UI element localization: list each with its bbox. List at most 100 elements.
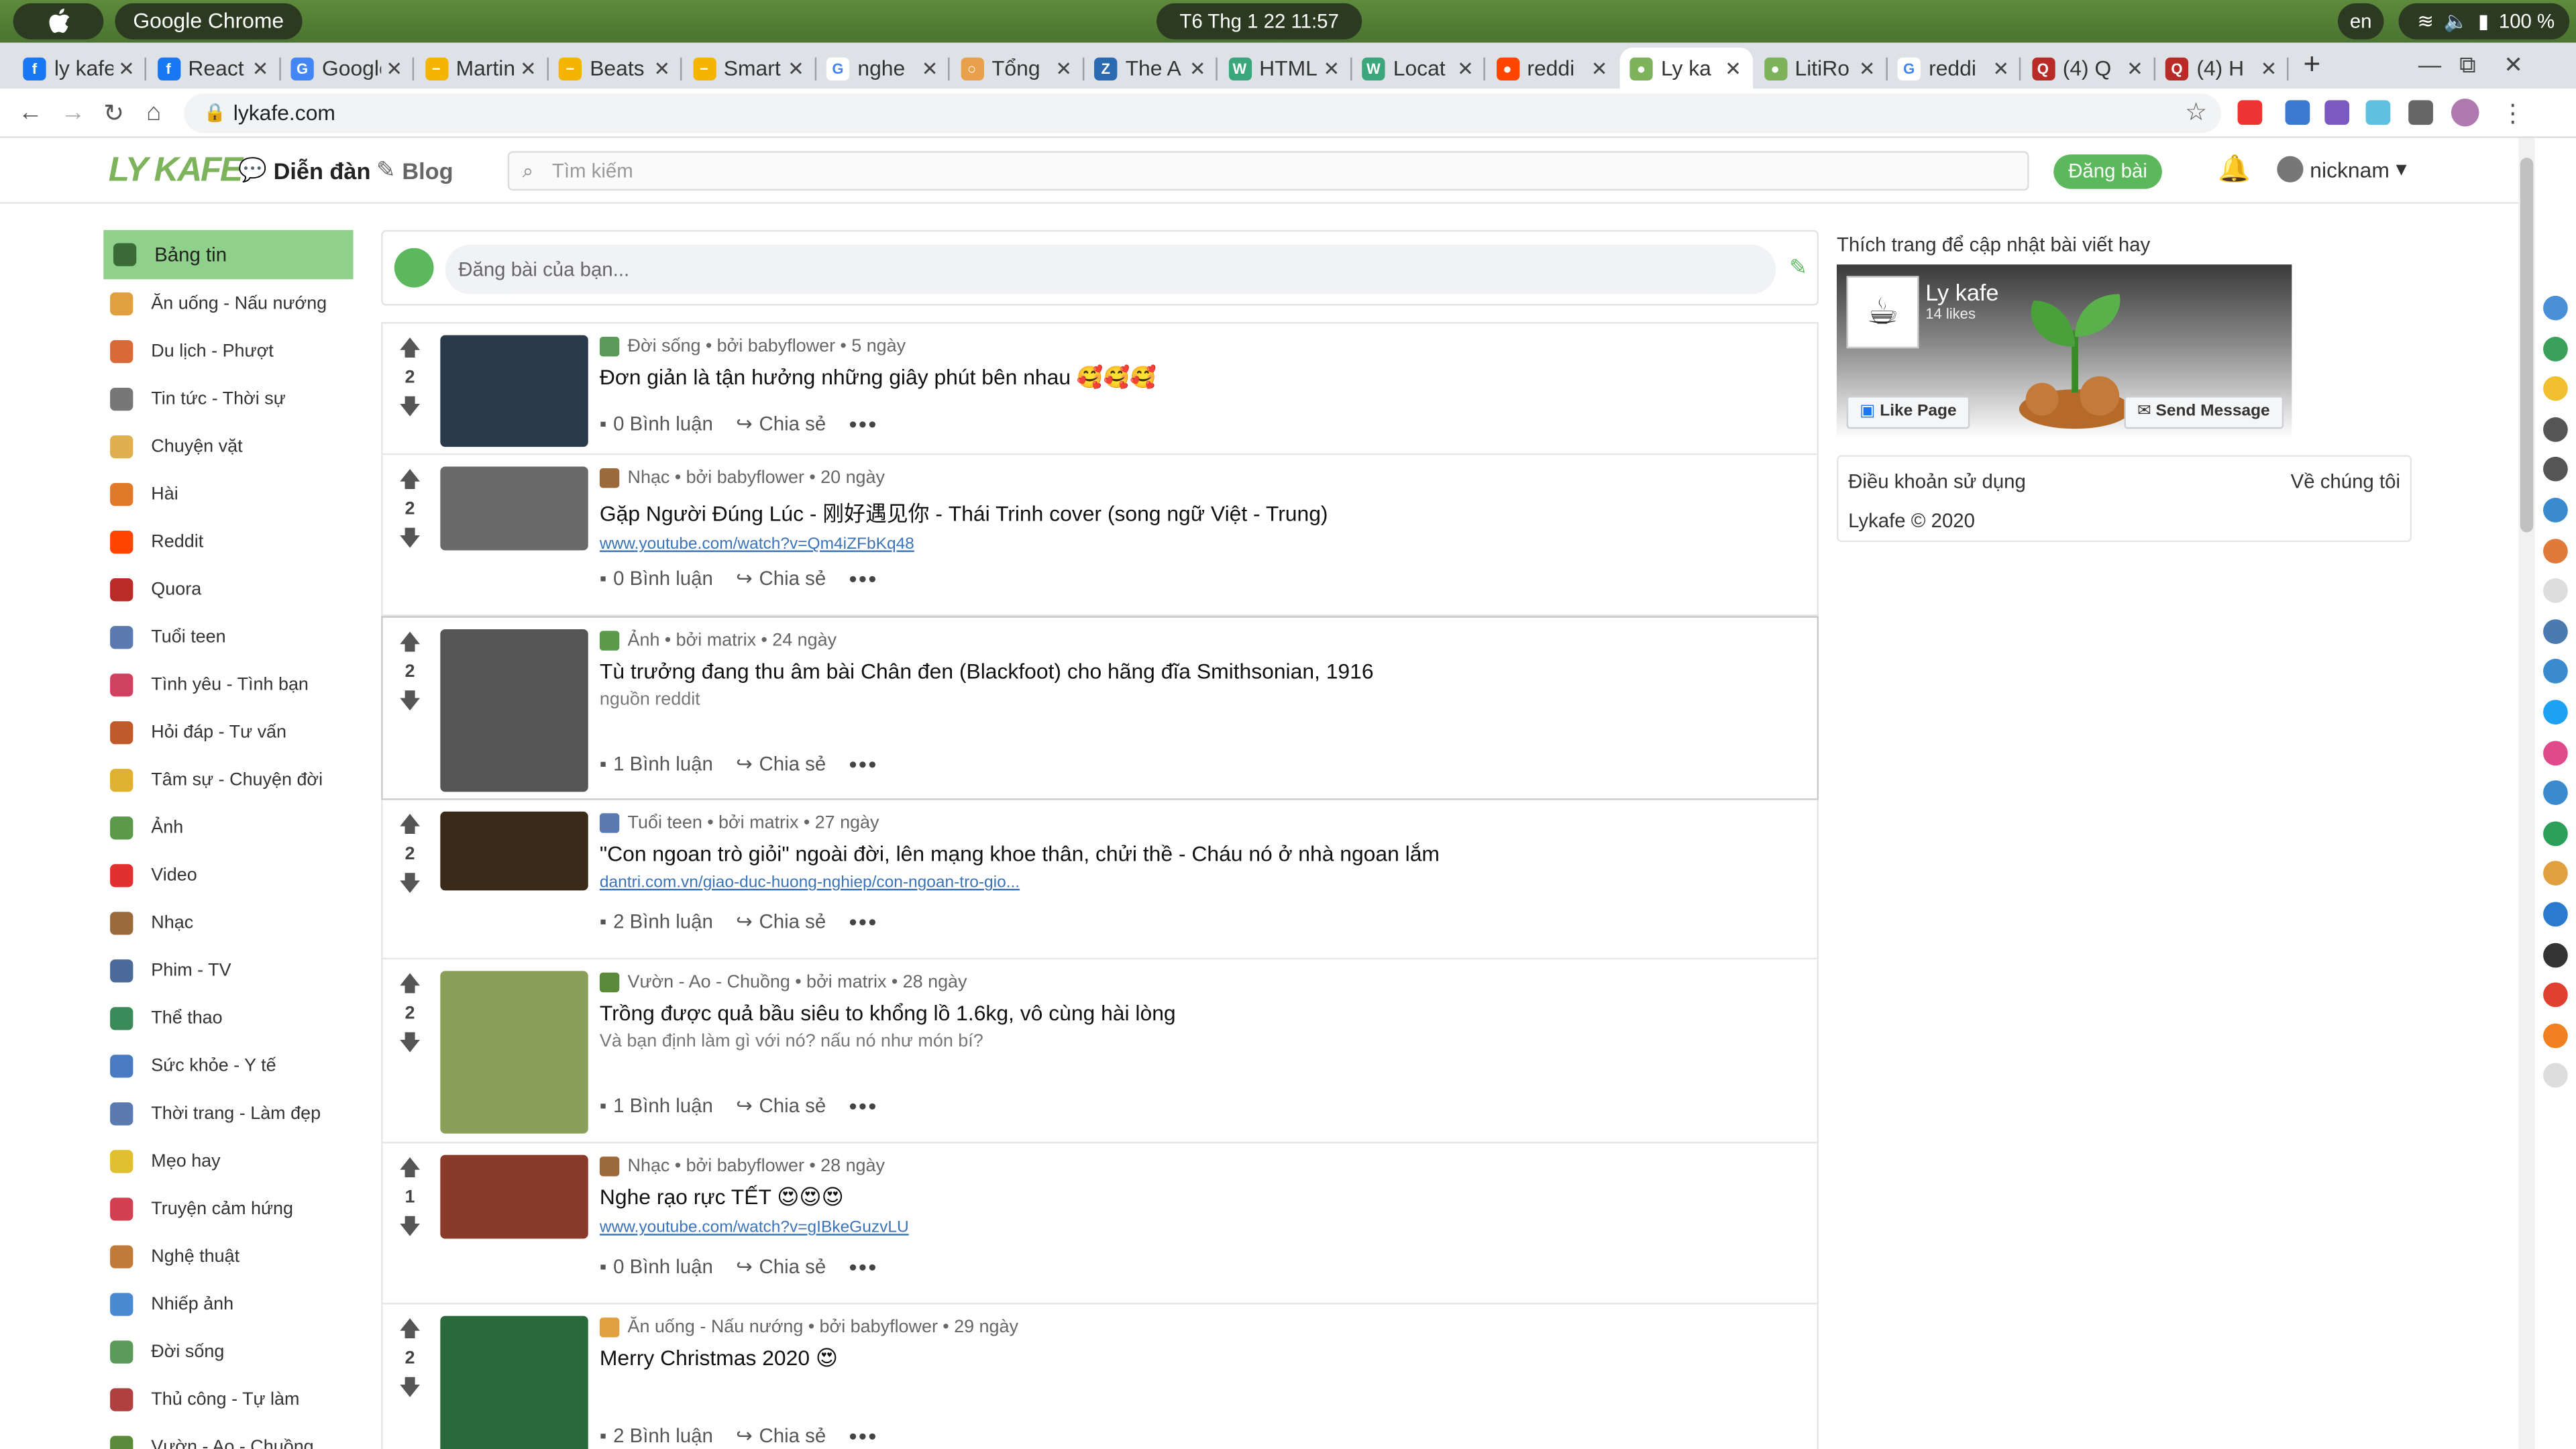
downvote-icon[interactable]: 🡇 [383, 1028, 437, 1058]
browser-tab[interactable]: ○ Tổng ✕ [951, 48, 1084, 89]
about-link[interactable]: Về chúng tôi [2291, 470, 2400, 492]
notification-bell-icon[interactable]: 🔔 [2218, 153, 2251, 186]
dock-app-icon[interactable] [2543, 578, 2568, 604]
dock-app-icon[interactable] [2543, 982, 2568, 1008]
url-field[interactable]: 🔒 lykafe.com [184, 93, 2222, 133]
browser-tab[interactable]: ● LitiRo ✕ [1754, 48, 1887, 89]
upvote-icon[interactable]: 🡅 [383, 810, 437, 839]
adblock-extension-icon[interactable] [2237, 100, 2263, 125]
sidebar-item[interactable]: Tâm sự - Chuyện đời [103, 756, 353, 804]
tab-close-icon[interactable]: ✕ [118, 56, 135, 79]
post-author[interactable]: bởi matrix [806, 973, 886, 992]
dock-app-icon[interactable] [2543, 820, 2568, 846]
post-link[interactable]: dantri.com.vn/giao-duc-huong-nghiep/con-… [600, 874, 1801, 892]
close-window-icon[interactable]: ✕ [2504, 51, 2523, 79]
dock-app-icon[interactable] [2543, 497, 2568, 523]
downvote-icon[interactable]: 🡇 [383, 869, 437, 899]
share-button[interactable]: ↪ Chia sẻ [736, 567, 826, 590]
system-tray[interactable]: ≋ 🔈 ▮ 100 % [2398, 3, 2570, 40]
profile-avatar[interactable] [2451, 98, 2479, 127]
post-card[interactable]: 🡅 2 🡇 Ăn uống - Nấu nướng • bởi babyflower • 29… [381, 1304, 1819, 1449]
tab-close-icon[interactable]: ✕ [1725, 56, 1741, 79]
tab-close-icon[interactable]: ✕ [1055, 56, 1072, 79]
sidebar-item[interactable]: Vườn - Ao - Chuồng [103, 1423, 353, 1449]
sidebar-item[interactable]: Video [103, 851, 353, 899]
upvote-icon[interactable]: 🡅 [383, 969, 437, 999]
sidebar-item[interactable]: Nghệ thuật [103, 1232, 353, 1280]
post-thumbnail[interactable] [440, 971, 588, 1134]
upvote-icon[interactable]: 🡅 [383, 333, 437, 363]
minimize-icon[interactable]: — [2418, 51, 2441, 77]
downvote-icon[interactable]: 🡇 [383, 392, 437, 422]
post-card[interactable]: 🡅 2 🡇 Vườn - Ao - Chuồng • bởi matrix • 28 ngày… [381, 959, 1819, 1144]
more-options-icon[interactable]: ••• [849, 1423, 877, 1449]
chrome-menu-icon[interactable]: ⋮ [2500, 99, 2525, 128]
browser-tab[interactable]: − Beats ✕ [549, 48, 682, 89]
post-title[interactable]: Gặp Người Đúng Lúc - 刚好遇见你 - Thái Trinh … [600, 496, 1801, 528]
post-thumbnail[interactable] [440, 466, 588, 551]
post-category[interactable]: Nhạc [628, 468, 670, 488]
post-thumbnail[interactable] [440, 335, 588, 447]
comment-button[interactable]: ▪ 1 Bình luận [600, 753, 713, 775]
sidebar-item[interactable]: Ăn uống - Nấu nướng [103, 279, 353, 327]
sidebar-item[interactable]: Thể thao [103, 994, 353, 1042]
browser-tab[interactable]: Z The A ✕ [1084, 48, 1218, 89]
dock-app-icon[interactable] [2543, 902, 2568, 927]
post-author[interactable]: bởi babyflower [820, 1318, 938, 1337]
share-button[interactable]: ↪ Chia sẻ [736, 1255, 826, 1278]
dock-app-icon[interactable] [2543, 295, 2568, 321]
downvote-icon[interactable]: 🡇 [383, 1373, 437, 1403]
sidebar-item[interactable]: Thủ công - Tự làm [103, 1375, 353, 1423]
tab-close-icon[interactable]: ✕ [520, 56, 537, 79]
post-link[interactable]: www.youtube.com/watch?v=gIBkeGuzvLU [600, 1219, 1801, 1237]
dock-app-icon[interactable] [2543, 942, 2568, 967]
more-options-icon[interactable]: ••• [849, 751, 877, 777]
sidebar-item[interactable]: Nhiếp ảnh [103, 1280, 353, 1328]
post-card[interactable]: 🡅 1 🡇 Nhạc • bởi babyflower • 28 ngày Nghe rạo r… [381, 1143, 1819, 1305]
sidebar-item[interactable]: Hài [103, 470, 353, 517]
share-button[interactable]: ↪ Chia sẻ [736, 413, 826, 435]
sidebar-item[interactable]: Du lịch - Phượt [103, 327, 353, 374]
back-icon[interactable]: ← [18, 99, 43, 127]
more-options-icon[interactable]: ••• [849, 1093, 877, 1119]
post-category[interactable]: Ảnh [628, 631, 660, 650]
post-author[interactable]: bởi babyflower [686, 468, 804, 488]
browser-tab[interactable]: W HTML ✕ [1218, 48, 1352, 89]
comment-button[interactable]: ▪ 2 Bình luận [600, 910, 713, 933]
nav-forum[interactable]: 💬 Diễn đàn [238, 156, 370, 184]
post-category[interactable]: Đời sống [628, 337, 701, 356]
post-title[interactable]: "Con ngoan trò giỏi" ngoài đời, lên mạng… [600, 841, 1801, 866]
tab-close-icon[interactable]: ✕ [1992, 56, 2009, 79]
dock-app-icon[interactable] [2543, 619, 2568, 644]
dock-app-icon[interactable] [2543, 780, 2568, 806]
post-author[interactable]: bởi matrix [718, 813, 798, 833]
tab-close-icon[interactable]: ✕ [922, 56, 938, 79]
browser-tab[interactable]: f ly kafe ✕ [13, 48, 146, 89]
post-title[interactable]: Trồng được quả bầu siêu to khổng lồ 1.6k… [600, 1000, 1801, 1025]
browser-tab[interactable]: G Google✕ [281, 48, 415, 89]
share-button[interactable]: ↪ Chia sẻ [736, 1094, 826, 1117]
comment-button[interactable]: ▪ 2 Bình luận [600, 1424, 713, 1447]
dock-app-icon[interactable] [2543, 457, 2568, 482]
post-thumbnail[interactable] [440, 629, 588, 792]
post-card[interactable]: 🡅 2 🡇 Ảnh • bởi matrix • 24 ngày Tù trưởng đang … [381, 616, 1819, 800]
fb-page-name[interactable]: Ly kafe [1925, 279, 1998, 305]
browser-tab[interactable]: Q (4) Q ✕ [2021, 48, 2155, 89]
react-devtools-icon[interactable] [2365, 100, 2391, 125]
sidebar-item[interactable]: Thời trang - Làm đẹp [103, 1089, 353, 1137]
more-options-icon[interactable]: ••• [849, 411, 877, 437]
post-card[interactable]: 🡅 2 🡇 Đời sống • bởi babyflower • 5 ngày Đơn giả… [381, 322, 1819, 455]
comment-button[interactable]: ▪ 0 Bình luận [600, 413, 713, 435]
tab-close-icon[interactable]: ✕ [2127, 56, 2143, 79]
clock[interactable]: T6 Thg 1 22 11:57 [1157, 3, 1362, 40]
sidebar-item[interactable]: Truyện cảm hứng [103, 1185, 353, 1232]
more-options-icon[interactable]: ••• [849, 1254, 877, 1280]
tab-close-icon[interactable]: ✕ [2261, 56, 2277, 79]
new-tab-button[interactable]: + [2303, 48, 2320, 82]
facebook-page-widget[interactable]: ☕ Ly kafe 14 likes ▣ Like Page ✉ Send Me… [1836, 264, 2292, 439]
reload-icon[interactable]: ↻ [103, 99, 124, 128]
post-thumbnail[interactable] [440, 1316, 588, 1449]
sidebar-item[interactable]: Ảnh [103, 804, 353, 851]
browser-tab[interactable]: f React ✕ [147, 48, 280, 89]
tab-close-icon[interactable]: ✕ [788, 56, 804, 79]
